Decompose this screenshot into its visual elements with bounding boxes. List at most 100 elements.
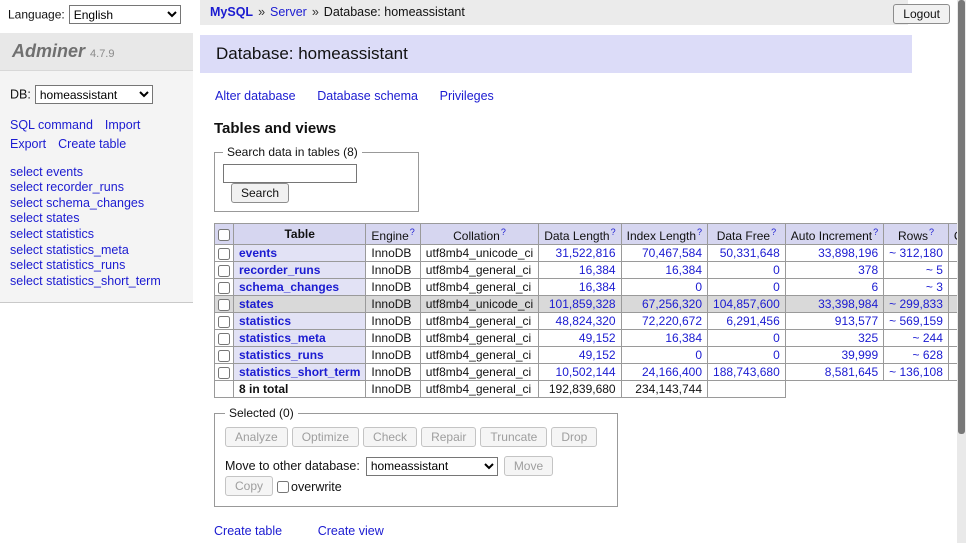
data-length-link[interactable]: 16,384 <box>579 263 616 277</box>
breadcrumb-server-link[interactable]: Server <box>270 5 307 19</box>
row-checkbox[interactable] <box>218 367 230 379</box>
row-checkbox[interactable] <box>218 299 230 311</box>
rows-count-link[interactable]: ~ 299,833 <box>889 297 943 311</box>
create-view-link[interactable]: Create view <box>318 524 384 538</box>
index-length-link[interactable]: 16,384 <box>665 331 702 345</box>
repair-button[interactable]: Repair <box>421 427 476 447</box>
data-free-link[interactable]: 0 <box>773 263 780 277</box>
sidebar-item-select-schema-changes[interactable]: select schema_changes <box>10 196 183 212</box>
auto-increment-link[interactable]: 325 <box>858 331 878 345</box>
analyze-button[interactable]: Analyze <box>225 427 288 447</box>
index-length-link[interactable]: 72,220,672 <box>642 314 702 328</box>
auto-increment-link[interactable]: 39,999 <box>841 348 878 362</box>
scrollbar[interactable] <box>957 0 966 543</box>
help-icon[interactable]: ? <box>410 227 415 237</box>
auto-increment-link[interactable]: 378 <box>858 263 878 277</box>
sidebar-item-select-statistics-short-term[interactable]: select statistics_short_term <box>10 274 183 290</box>
data-free-link[interactable]: 6,291,456 <box>726 314 779 328</box>
index-length-link[interactable]: 67,256,320 <box>642 297 702 311</box>
row-checkbox[interactable] <box>218 248 230 260</box>
row-checkbox[interactable] <box>218 333 230 345</box>
data-length-link[interactable]: 49,152 <box>579 331 616 345</box>
data-free-link[interactable]: 188,743,680 <box>713 365 780 379</box>
table-link[interactable]: events <box>239 246 277 260</box>
table-link[interactable]: schema_changes <box>239 280 339 294</box>
language-select[interactable]: English <box>69 5 181 24</box>
rows-count-link[interactable]: ~ 312,180 <box>889 246 943 260</box>
check-button[interactable]: Check <box>363 427 417 447</box>
db-select[interactable]: homeassistant <box>35 85 153 104</box>
rows-count-link[interactable]: ~ 3 <box>926 280 943 294</box>
rows-count-link[interactable]: ~ 628 <box>913 348 943 362</box>
table-link[interactable]: statistics_runs <box>239 348 324 362</box>
row-checkbox[interactable] <box>218 265 230 277</box>
data-length-link[interactable]: 16,384 <box>579 280 616 294</box>
sidebar-item-select-recorder-runs[interactable]: select recorder_runs <box>10 180 183 196</box>
sidebar-item-select-statistics[interactable]: select statistics <box>10 227 183 243</box>
auto-increment-link[interactable]: 33,398,984 <box>818 297 878 311</box>
help-icon[interactable]: ? <box>929 227 934 237</box>
privileges-link[interactable]: Privileges <box>440 89 494 103</box>
search-input[interactable] <box>223 164 357 183</box>
sidebar-link-export[interactable]: Export <box>10 137 46 151</box>
row-checkbox[interactable] <box>218 316 230 328</box>
auto-increment-link[interactable]: 913,577 <box>835 314 878 328</box>
data-free-link[interactable]: 50,331,648 <box>720 246 780 260</box>
table-link[interactable]: recorder_runs <box>239 263 320 277</box>
data-length-link[interactable]: 48,824,320 <box>556 314 616 328</box>
data-free-link[interactable]: 104,857,600 <box>713 297 780 311</box>
sidebar-link-sql-command[interactable]: SQL command <box>10 118 93 132</box>
help-icon[interactable]: ? <box>697 227 702 237</box>
copy-button[interactable]: Copy <box>225 476 273 496</box>
create-table-link[interactable]: Create table <box>214 524 282 538</box>
optimize-button[interactable]: Optimize <box>292 427 359 447</box>
search-button[interactable]: Search <box>231 183 289 203</box>
row-checkbox[interactable] <box>218 282 230 294</box>
help-icon[interactable]: ? <box>501 227 506 237</box>
sidebar-item-select-states[interactable]: select states <box>10 211 183 227</box>
table-link[interactable]: statistics <box>239 314 291 328</box>
index-length-link[interactable]: 0 <box>695 280 702 294</box>
data-free-link[interactable]: 0 <box>773 280 780 294</box>
drop-button[interactable]: Drop <box>551 427 597 447</box>
rows-count-link[interactable]: ~ 136,108 <box>889 365 943 379</box>
index-length-link[interactable]: 70,467,584 <box>642 246 702 260</box>
move-button[interactable]: Move <box>504 456 553 476</box>
rows-count-link[interactable]: ~ 5 <box>926 263 943 277</box>
truncate-button[interactable]: Truncate <box>480 427 547 447</box>
index-length-link[interactable]: 16,384 <box>665 263 702 277</box>
row-checkbox[interactable] <box>218 350 230 362</box>
sidebar-link-create-table[interactable]: Create table <box>58 137 126 151</box>
scrollbar-thumb[interactable] <box>958 0 965 434</box>
help-icon[interactable]: ? <box>611 227 616 237</box>
data-length-link[interactable]: 31,522,816 <box>556 246 616 260</box>
logout-button[interactable]: Logout <box>893 4 950 24</box>
data-length-link[interactable]: 101,859,328 <box>549 297 616 311</box>
help-icon[interactable]: ? <box>873 227 878 237</box>
data-length-link[interactable]: 49,152 <box>579 348 616 362</box>
database-schema-link[interactable]: Database schema <box>317 89 418 103</box>
rows-count-link[interactable]: ~ 569,159 <box>889 314 943 328</box>
sidebar-item-select-statistics-runs[interactable]: select statistics_runs <box>10 258 183 274</box>
data-free-link[interactable]: 0 <box>773 348 780 362</box>
help-icon[interactable]: ? <box>771 227 776 237</box>
sidebar-item-select-events[interactable]: select events <box>10 165 183 181</box>
index-length-link[interactable]: 24,166,400 <box>642 365 702 379</box>
move-database-select[interactable]: homeassistant <box>366 457 498 476</box>
alter-database-link[interactable]: Alter database <box>215 89 296 103</box>
auto-increment-link[interactable]: 6 <box>871 280 878 294</box>
table-link[interactable]: statistics_meta <box>239 331 326 345</box>
table-link[interactable]: states <box>239 297 274 311</box>
index-length-link[interactable]: 0 <box>695 348 702 362</box>
select-all-checkbox[interactable] <box>218 229 230 241</box>
auto-increment-link[interactable]: 8,581,645 <box>825 365 878 379</box>
auto-increment-link[interactable]: 33,898,196 <box>818 246 878 260</box>
data-free-link[interactable]: 0 <box>773 331 780 345</box>
data-length-link[interactable]: 10,502,144 <box>556 365 616 379</box>
table-link[interactable]: statistics_short_term <box>239 365 360 379</box>
overwrite-checkbox[interactable] <box>277 481 289 493</box>
rows-count-link[interactable]: ~ 244 <box>913 331 943 345</box>
sidebar-item-select-statistics-meta[interactable]: select statistics_meta <box>10 243 183 259</box>
breadcrumb-mysql-link[interactable]: MySQL <box>210 5 253 19</box>
sidebar-link-import[interactable]: Import <box>105 118 140 132</box>
